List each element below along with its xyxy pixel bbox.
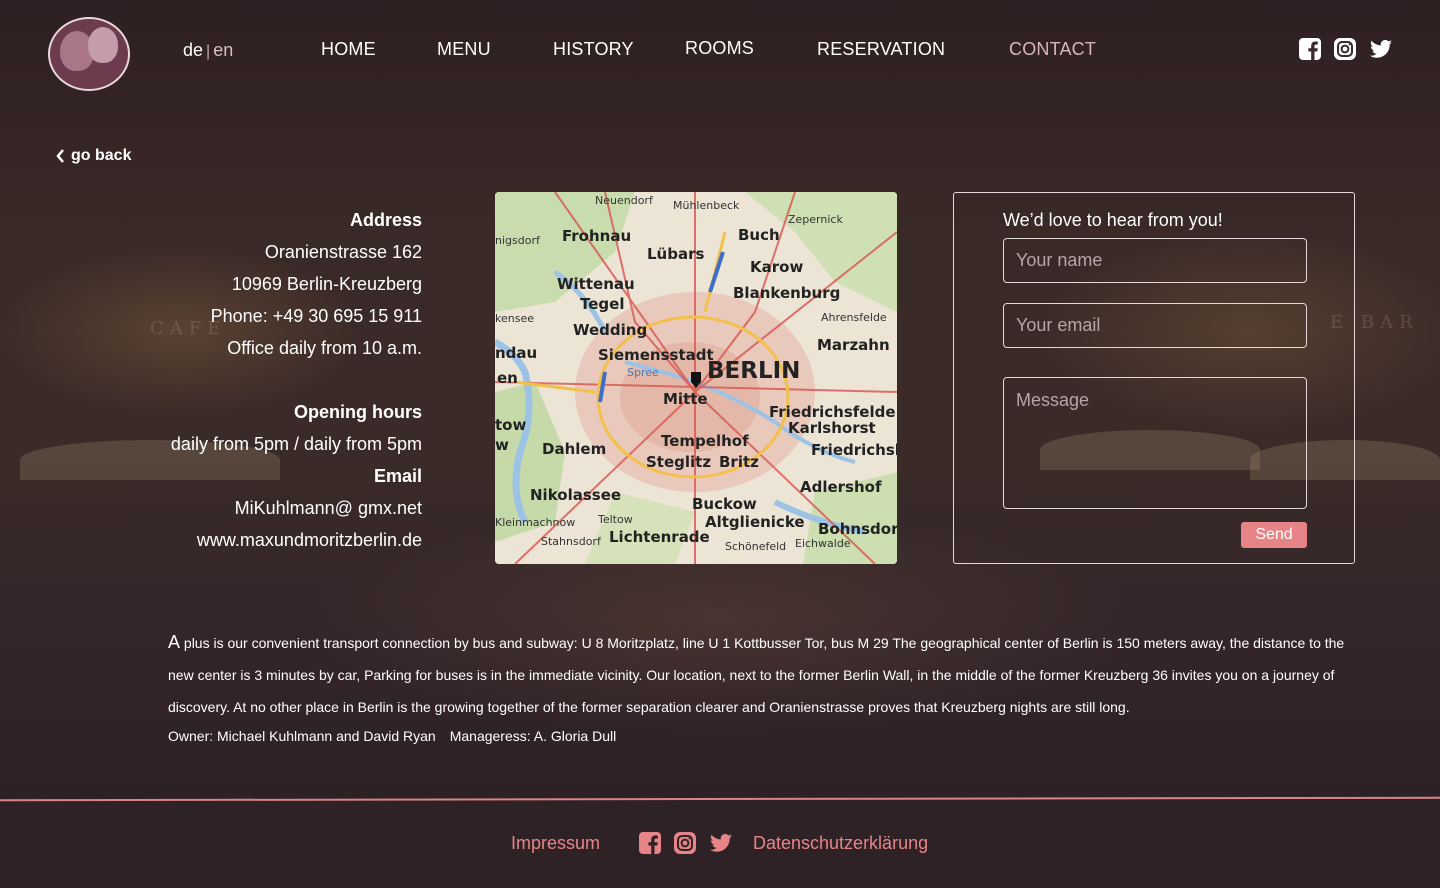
map-label: Adlershof: [800, 478, 882, 496]
manager-text: Manageress: A. Gloria Dull: [449, 728, 617, 744]
transport-description: A plus is our convenient transport conne…: [168, 626, 1348, 723]
lang-de-link[interactable]: de: [183, 40, 203, 60]
nav-rooms[interactable]: ROOMS: [685, 38, 754, 59]
contact-form: We’d love to hear from you! Send: [953, 192, 1355, 564]
map-label: Mitte: [663, 390, 708, 408]
map-label: Mühlenbeck: [673, 199, 740, 212]
lang-en-link[interactable]: en: [213, 40, 233, 60]
nav-menu[interactable]: MENU: [437, 39, 491, 60]
form-title: We’d love to hear from you!: [1003, 210, 1223, 230]
map-label: Tempelhof: [661, 432, 749, 450]
map-label: Spree: [627, 366, 659, 379]
map-label: Ahrensfelde: [821, 311, 887, 324]
phone-number: Phone: +49 30 695 15 911: [210, 306, 422, 326]
map-label-berlin: BERLIN: [707, 358, 800, 384]
map-label: Karow: [750, 258, 803, 276]
map-label: Neuendorf: [595, 194, 654, 207]
map-label: Altglienicke: [705, 513, 805, 531]
message-textarea[interactable]: [1003, 377, 1307, 509]
go-back-label: go back: [71, 147, 132, 164]
map-label: Siemensstadt: [598, 346, 714, 364]
datenschutz-link[interactable]: Datenschutzerklärung: [753, 833, 928, 854]
map-label: Karlshorst: [788, 419, 876, 437]
map-label: Friedrichsh: [811, 441, 897, 459]
facebook-icon[interactable]: [1298, 37, 1322, 61]
map-label: Lichtenrade: [609, 528, 710, 546]
map-label: Buckow: [692, 495, 757, 513]
map-label: Steglitz: [646, 453, 711, 471]
map-label: Kleinmachnow: [495, 516, 575, 529]
map-label: nigsdorf: [495, 234, 541, 247]
nav-reservation[interactable]: RESERVATION: [817, 39, 945, 60]
nav-history[interactable]: HISTORY: [553, 39, 634, 60]
map-label: Wittenau: [557, 275, 635, 293]
twitter-icon[interactable]: [1368, 37, 1394, 61]
location-map[interactable]: Neuendorf Mühlenbeck Zepernick nigsdorf …: [495, 192, 897, 564]
owners-line: Owner: Michael Kuhlmann and David Ryan Ma…: [168, 728, 616, 744]
footer-social-links: [638, 831, 734, 855]
map-label: tow: [495, 416, 526, 434]
language-switcher: de | en: [183, 40, 233, 61]
description-text: plus is our convenient transport connect…: [168, 635, 1345, 715]
twitter-icon[interactable]: [708, 831, 734, 855]
map-label: w: [495, 436, 509, 454]
impressum-link[interactable]: Impressum: [511, 833, 600, 854]
address-street: Oranienstrasse 162: [264, 242, 422, 262]
map-label: ndau: [495, 344, 537, 362]
map-label: Schönefeld: [725, 540, 786, 553]
map-label: Dahlem: [542, 440, 606, 458]
header-social-links: [1298, 37, 1394, 61]
chevron-left-icon: [56, 149, 64, 163]
opening-hours-heading: Opening hours: [294, 402, 422, 422]
website-link[interactable]: www.maxundmoritzberlin.de: [171, 524, 422, 556]
nav-contact[interactable]: CONTACT: [1009, 39, 1096, 60]
map-label: Teltow: [597, 513, 633, 526]
address-heading: Address: [349, 210, 422, 230]
drop-initial: A: [168, 632, 181, 652]
email-input[interactable]: [1003, 303, 1307, 348]
logo[interactable]: [48, 17, 130, 91]
map-label: kensee: [495, 312, 534, 325]
map-label: Blankenburg: [733, 284, 840, 302]
nav-home[interactable]: HOME: [321, 39, 376, 60]
map-label: Nikolassee: [530, 486, 621, 504]
map-label: Britz: [719, 453, 759, 471]
email-address[interactable]: MiKuhlmann@ gmx.net: [171, 492, 422, 524]
map-label: Eichwalde: [795, 537, 851, 550]
name-input[interactable]: [1003, 238, 1307, 283]
address-city: 10969 Berlin-Kreuzberg: [231, 274, 422, 294]
send-button[interactable]: Send: [1241, 522, 1307, 548]
map-label: Buch: [738, 226, 780, 244]
map-label: en: [497, 369, 518, 387]
map-label: Wedding: [573, 321, 647, 339]
map-label: Lübars: [647, 245, 704, 263]
map-label: Marzahn: [817, 336, 890, 354]
lang-separator: |: [206, 43, 211, 60]
map-label: Zepernick: [788, 213, 843, 226]
map-label: Bohnsdorf: [818, 520, 897, 538]
office-hours: Office daily from 10 a.m.: [227, 338, 422, 358]
email-heading: Email: [373, 466, 422, 486]
go-back-link[interactable]: go back: [55, 147, 131, 165]
map-label: Frohnau: [562, 227, 631, 245]
map-label: Tegel: [580, 295, 624, 313]
instagram-icon[interactable]: [1333, 37, 1357, 61]
facebook-icon[interactable]: [638, 831, 662, 855]
map-label: Stahnsdorf: [541, 535, 602, 548]
instagram-icon[interactable]: [673, 831, 697, 855]
owner-text: Owner: Michael Kuhlmann and David Ryan: [168, 728, 436, 744]
contact-info: Address Oranienstrasse 162 10969 Berlin-…: [171, 204, 422, 556]
opening-hours: daily from 5pm / daily from 5pm: [170, 434, 422, 454]
